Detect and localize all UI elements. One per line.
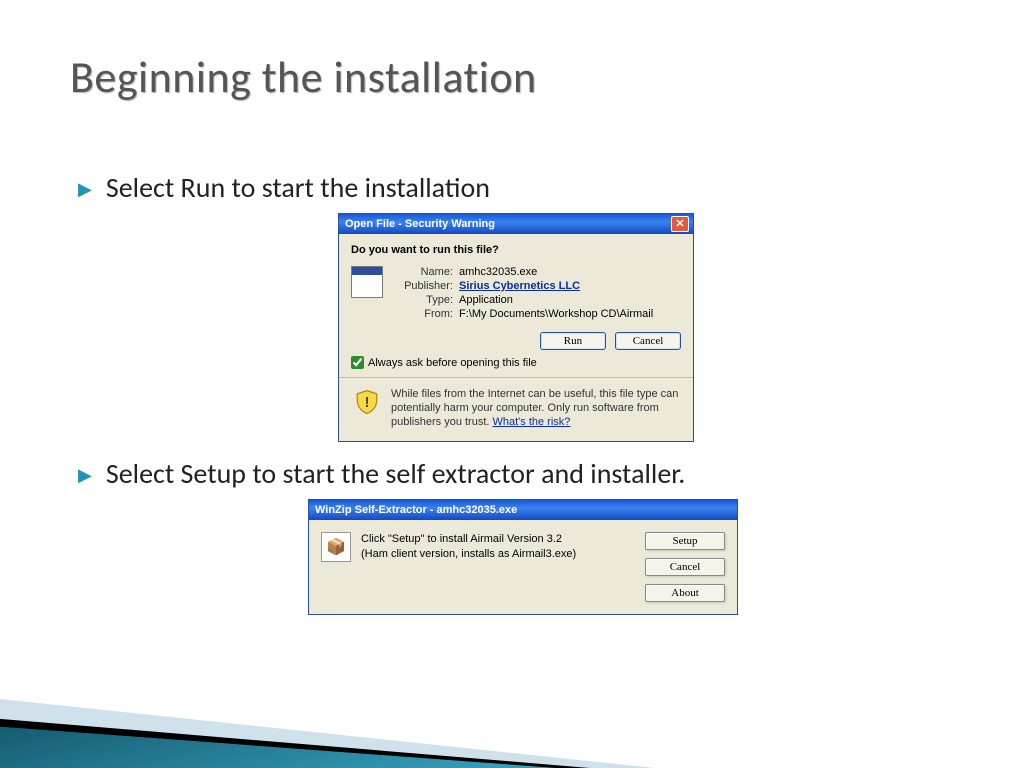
dialog-title: Open File - Security Warning (343, 218, 671, 230)
value-name: amhc32035.exe (459, 266, 537, 278)
decorative-triangle (0, 608, 810, 768)
cancel-button[interactable]: Cancel (615, 332, 681, 350)
bullet-2: ▶ Select Setup to start the self extract… (78, 456, 958, 491)
security-warning-dialog: Open File - Security Warning ✕ Do you wa… (338, 213, 694, 442)
dialog-question: Do you want to run this file? (351, 244, 681, 256)
file-info-row: Name: amhc32035.exe Publisher: Sirius Cybe… (351, 266, 681, 322)
always-ask-checkbox[interactable] (351, 356, 364, 369)
button-row: Run Cancel (351, 332, 681, 350)
setup-button[interactable]: Setup (645, 532, 725, 550)
svg-text:!: ! (365, 395, 370, 411)
bullet-1-text: Select Run to start the installation (106, 170, 958, 205)
bullet-2-text: Select Setup to start the self extractor… (106, 456, 958, 491)
package-icon: 📦 (321, 532, 351, 562)
value-type: Application (459, 294, 513, 306)
label-from: From: (397, 308, 453, 320)
label-type: Type: (397, 294, 453, 306)
shield-warning-icon: ! (353, 388, 381, 416)
about-button[interactable]: About (645, 584, 725, 602)
self-extractor-dialog-wrap: WinZip Self-Extractor - amhc32035.exe 📦 … (308, 499, 958, 615)
dialog2-message: Click "Setup" to install Airmail Version… (361, 532, 576, 602)
slide-body: ▶ Select Run to start the installation O… (78, 170, 958, 615)
slide: Beginning the installation ▶ Select Run … (0, 0, 1024, 768)
bullet-1: ▶ Select Run to start the installation (78, 170, 958, 205)
bullet-marker-icon: ▶ (78, 464, 92, 486)
cancel-button-2[interactable]: Cancel (645, 558, 725, 576)
dialog2-body: 📦 Click "Setup" to install Airmail Versi… (309, 520, 737, 614)
self-extractor-dialog: WinZip Self-Extractor - amhc32035.exe 📦 … (308, 499, 738, 615)
msg-line-1: Click "Setup" to install Airmail Version… (361, 532, 576, 546)
dialog2-title: WinZip Self-Extractor - amhc32035.exe (315, 504, 517, 516)
dialog-titlebar: Open File - Security Warning ✕ (339, 214, 693, 234)
warning-text: While files from the Internet can be use… (391, 388, 679, 429)
always-ask-row: Always ask before opening this file (351, 356, 681, 369)
slide-title: Beginning the installation (70, 50, 537, 104)
security-warning-dialog-wrap: Open File - Security Warning ✕ Do you wa… (338, 213, 958, 442)
dialog2-content: 📦 Click "Setup" to install Airmail Versi… (321, 532, 633, 602)
msg-line-2: (Ham client version, installs as Airmail… (361, 547, 576, 561)
always-ask-label: Always ask before opening this file (368, 357, 537, 369)
run-button[interactable]: Run (540, 332, 606, 350)
close-button[interactable]: ✕ (671, 216, 689, 232)
dialog2-buttons: Setup Cancel About (645, 532, 725, 602)
risk-link[interactable]: What's the risk? (493, 416, 571, 428)
file-icon (351, 266, 383, 298)
label-name: Name: (397, 266, 453, 278)
value-from: F:\My Documents\Workshop CD\Airmail (459, 308, 653, 320)
dialog-body: Do you want to run this file? Name: amhc3… (339, 234, 693, 441)
bullet-marker-icon: ▶ (78, 178, 92, 200)
publisher-link[interactable]: Sirius Cybernetics LLC (459, 280, 580, 292)
warning-row: ! While files from the Internet can be u… (351, 378, 681, 433)
dialog2-titlebar: WinZip Self-Extractor - amhc32035.exe (309, 500, 737, 520)
label-publisher: Publisher: (397, 280, 453, 292)
file-details: Name: amhc32035.exe Publisher: Sirius Cybe… (397, 266, 653, 322)
